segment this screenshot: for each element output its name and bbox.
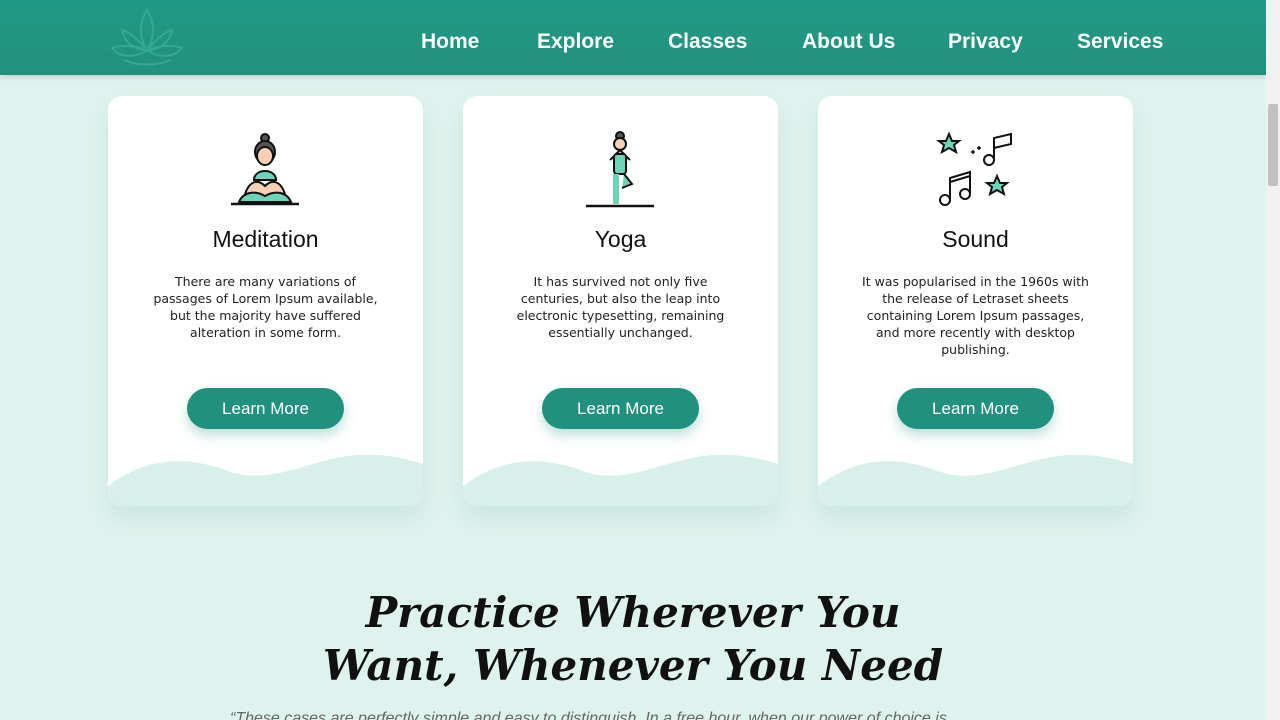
card-title: Yoga (594, 226, 647, 252)
scrollbar[interactable] (1266, 0, 1280, 720)
card-meditation: Meditation There are many variations of … (108, 96, 423, 506)
nav-services-link[interactable]: Services (1077, 30, 1163, 54)
section-quote: “These cases are perfectly simple and ea… (230, 710, 947, 720)
card-wave (108, 454, 423, 506)
nav-explore-link[interactable]: Explore (537, 30, 614, 54)
card-sound: Sound It was popularised in the 1960s wi… (818, 96, 1133, 506)
section-heading: Practice Wherever You Want, Whenever You… (0, 586, 1266, 692)
learn-more-button[interactable]: Learn More (187, 388, 344, 429)
section-heading-line-2: Want, Whenever You Need (322, 641, 944, 690)
nav-about-us-link[interactable]: About Us (802, 30, 895, 54)
card-description: It has survived not only five centuries,… (516, 274, 725, 340)
scrollbar-thumb[interactable] (1268, 104, 1278, 186)
nav-home-link[interactable]: Home (421, 30, 479, 54)
learn-more-button[interactable]: Learn More (897, 388, 1054, 429)
yoga-icon (586, 131, 654, 208)
card-wave (818, 454, 1133, 506)
card-yoga: Yoga It has survived not only five centu… (463, 96, 778, 506)
card-title: Sound (942, 226, 1009, 252)
learn-more-button[interactable]: Learn More (542, 388, 699, 429)
nav-privacy-link[interactable]: Privacy (948, 30, 1023, 54)
section-heading-line-1: Practice Wherever You (365, 588, 901, 637)
card-title: Meditation (212, 226, 319, 252)
card-wave (463, 454, 778, 506)
top-navbar: Home Explore Classes About Us Privacy Se… (0, 0, 1266, 75)
meditation-icon (231, 133, 299, 206)
nav-links: Home Explore Classes About Us Privacy Se… (0, 30, 1266, 60)
music-notes-icon (936, 131, 1012, 206)
nav-classes-link[interactable]: Classes (668, 30, 747, 54)
card-description: It was popularised in the 1960s with the… (862, 274, 1089, 357)
card-description: There are many variations of passages of… (153, 274, 378, 340)
